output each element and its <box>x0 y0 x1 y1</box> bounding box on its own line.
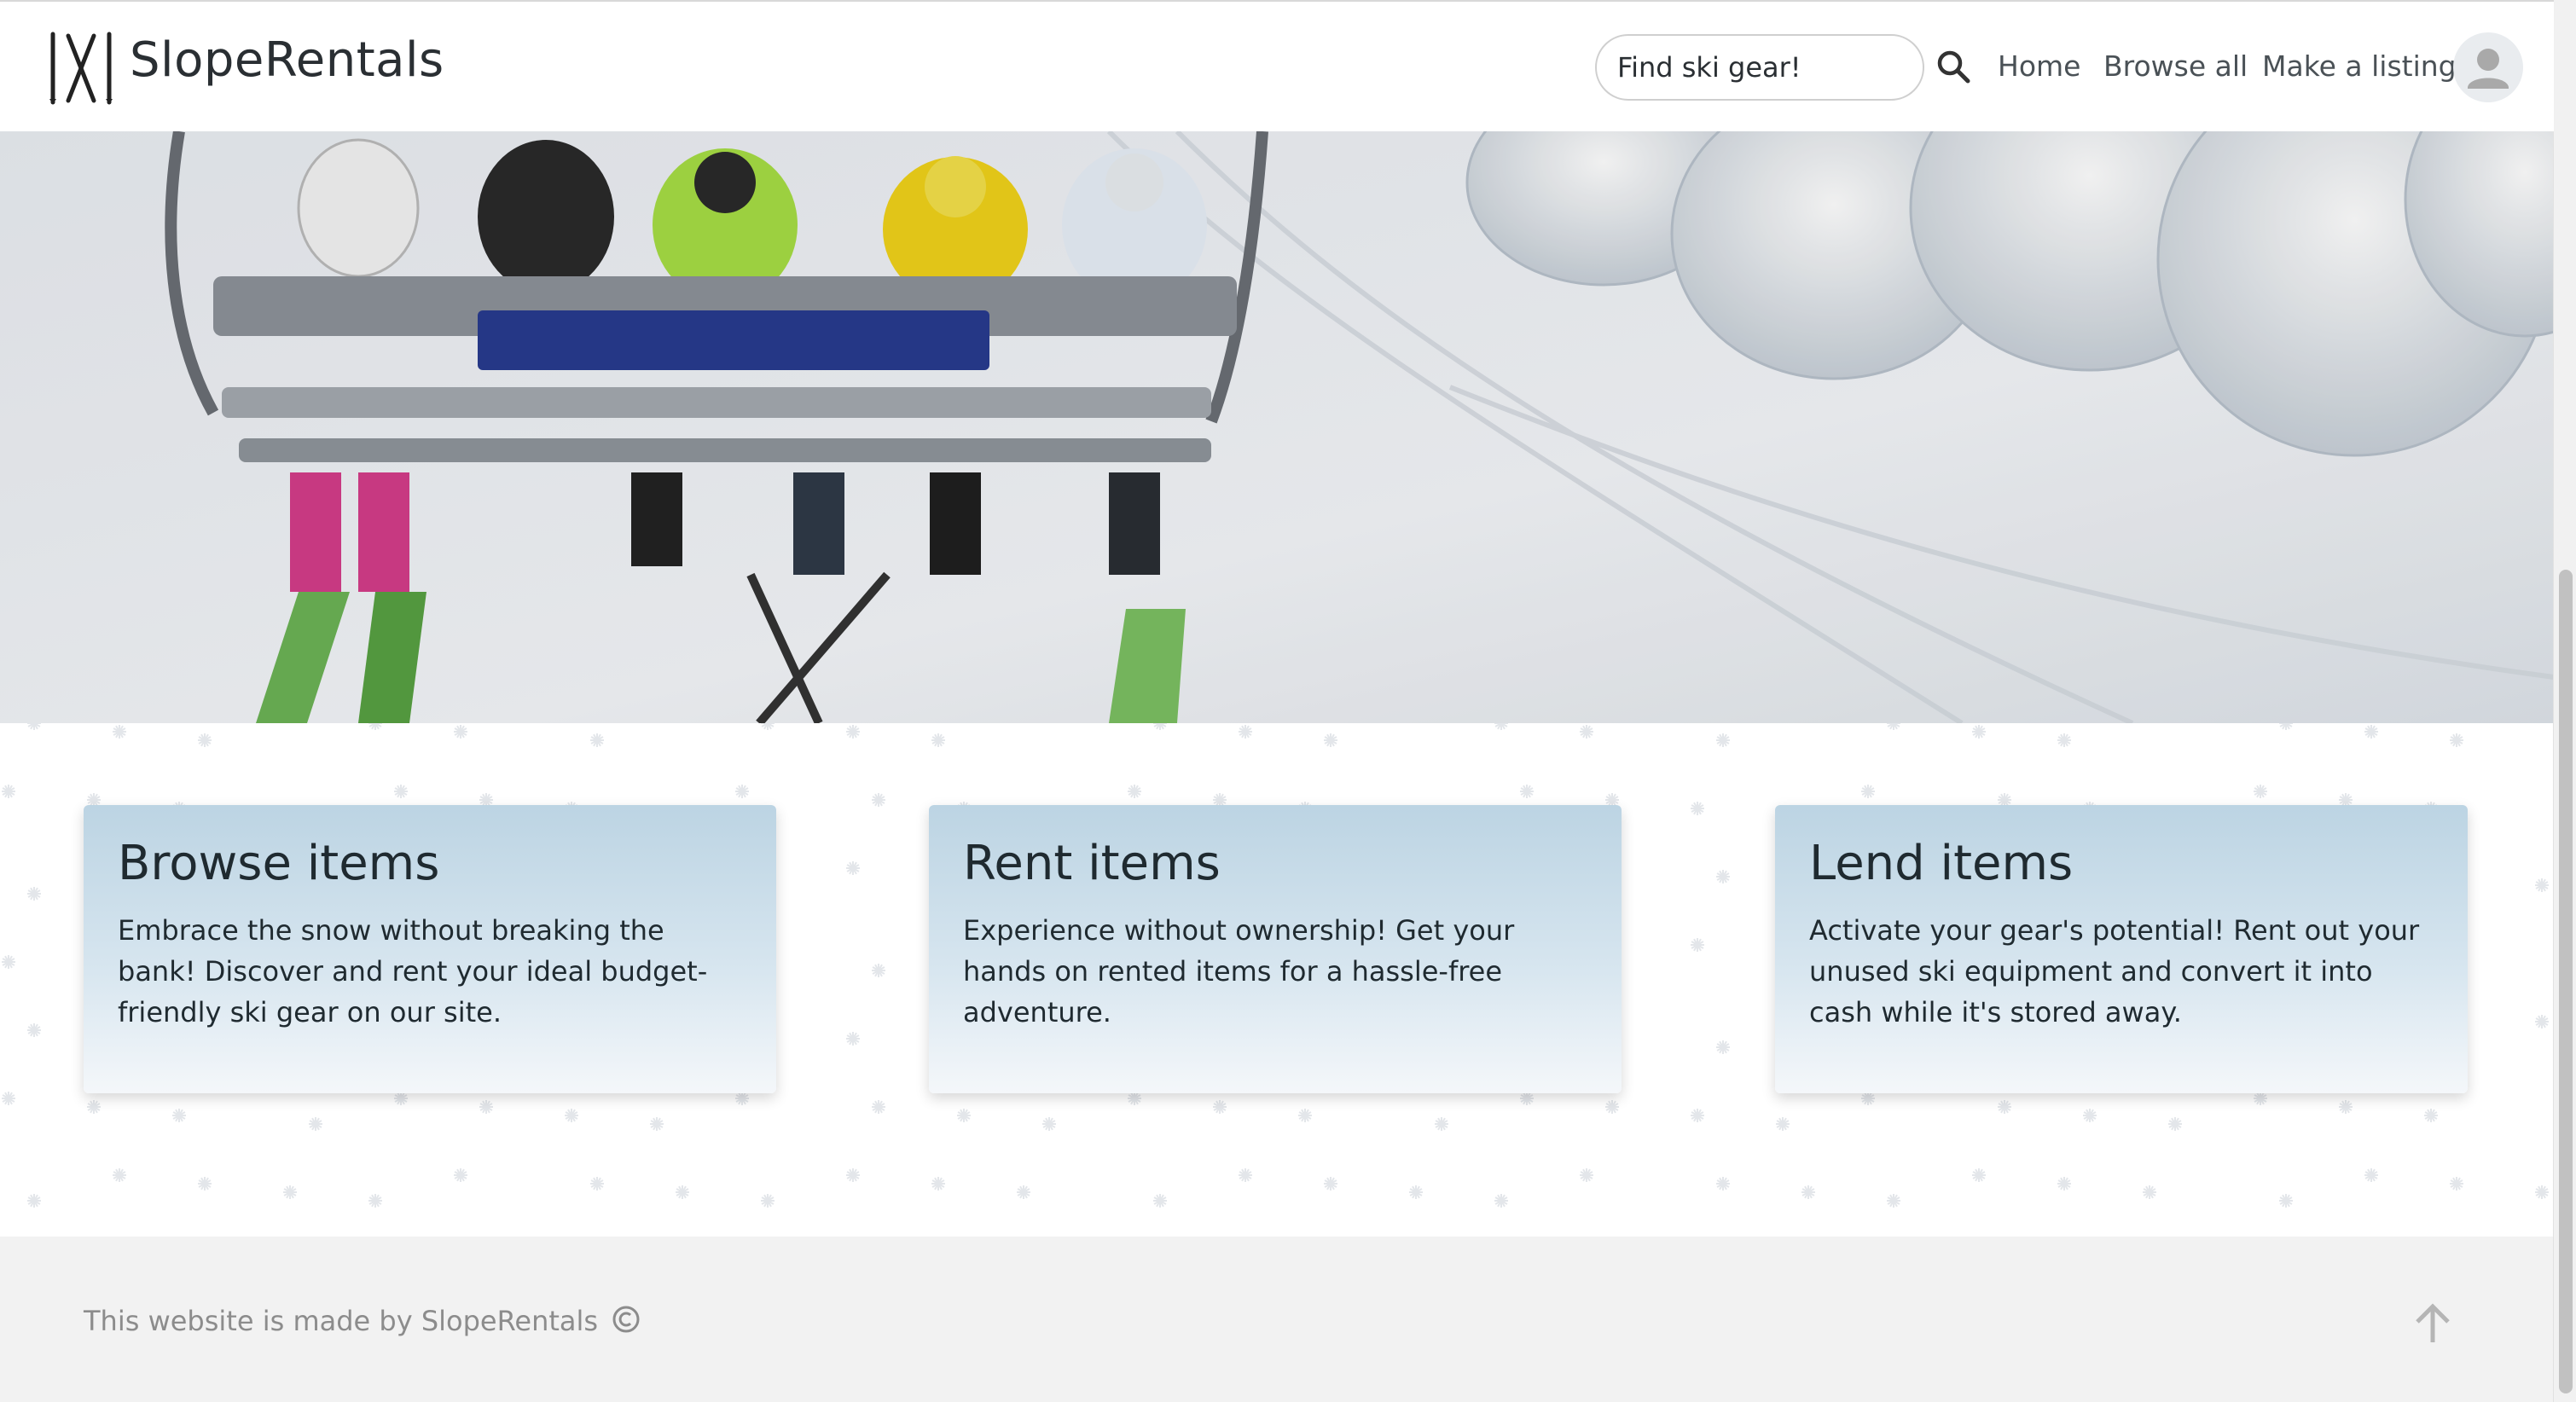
arrow-up-icon[interactable] <box>2411 1301 2455 1346</box>
hero-image <box>0 131 2554 723</box>
card-title: Rent items <box>963 836 1221 891</box>
search-field[interactable] <box>1595 34 1924 101</box>
crossed-skis-icon[interactable] <box>48 31 114 106</box>
card-title: Lend items <box>1809 836 2074 891</box>
page-scrollbar[interactable] <box>2553 0 2576 1402</box>
copyright-icon <box>612 1305 641 1341</box>
nav-browse-all-link[interactable]: Browse all <box>2103 49 2248 83</box>
card-description: Experience without ownership! Get your h… <box>963 914 1515 1028</box>
nav-home-link[interactable]: Home <box>1998 49 2080 83</box>
nav-make-listing-link[interactable]: Make a listing <box>2262 49 2457 83</box>
rent-items-card[interactable]: Rent items Experience without ownership!… <box>929 805 1622 1093</box>
scrollbar-thumb[interactable] <box>2559 570 2573 1393</box>
card-title: Browse items <box>118 836 440 891</box>
browse-items-card[interactable]: Browse items Embrace the snow without br… <box>84 805 776 1093</box>
card-description: Activate your gear's potential! Rent out… <box>1809 914 2420 1028</box>
footer-credit-text: This website is made by SlopeRentals <box>84 1305 599 1337</box>
footer-credit: This website is made by SlopeRentals <box>84 1305 641 1341</box>
top-navbar: SlopeRentals Home Browse all Make a list… <box>0 0 2554 131</box>
search-input[interactable] <box>1617 46 1899 89</box>
card-description: Embrace the snow without breaking the ba… <box>118 914 708 1028</box>
lend-items-card[interactable]: Lend items Activate your gear's potentia… <box>1775 805 2468 1093</box>
brand-name[interactable]: SlopeRentals <box>130 32 444 88</box>
features-section: Browse items Embrace the snow without br… <box>0 723 2554 1237</box>
page-footer: This website is made by SlopeRentals <box>0 1237 2554 1402</box>
user-avatar-icon[interactable] <box>2453 32 2523 102</box>
search-icon[interactable] <box>1933 46 1976 89</box>
